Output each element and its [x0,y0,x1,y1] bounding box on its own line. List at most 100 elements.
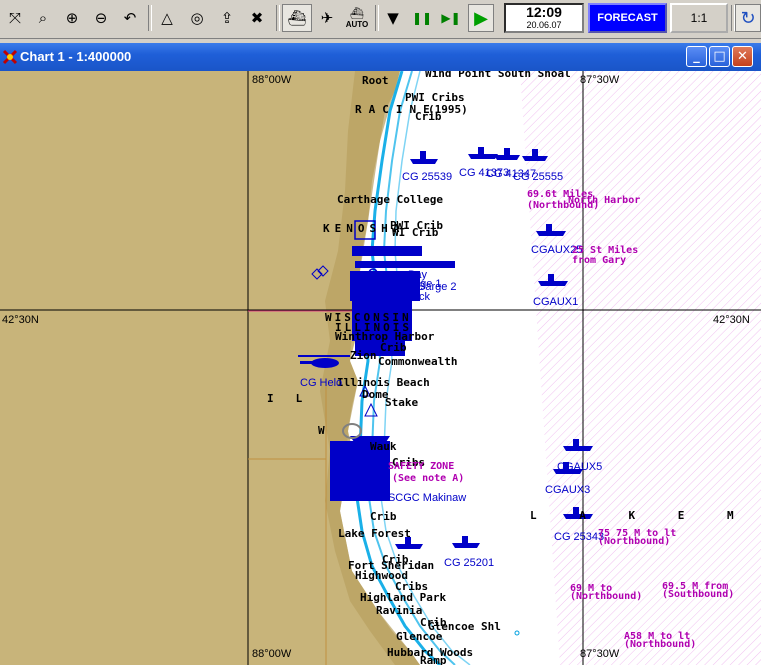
place-label: Crib [380,341,407,354]
stop-icon: ▼ [387,9,399,27]
place-label: Ramp [420,654,447,665]
refresh-icon: ↻ [740,7,756,29]
place-label: Illinois Beach [337,376,430,389]
place-label: Carthage College [337,193,443,206]
ship-mode-button[interactable]: ⛴ [282,4,312,32]
place-label: PWI Cribs [405,91,465,104]
place-label: Wind Point South Shoal [425,71,571,80]
target-icon: ◎ [190,9,204,27]
maximize-button[interactable]: □ [709,46,730,67]
grid-label-lon-east: 87°30W [580,74,620,86]
place-label: Wauk [370,440,397,453]
traffic-lane-label: (Northbound) [624,639,697,650]
export-button[interactable]: ⇪ [214,4,240,32]
place-label: IL [267,392,325,405]
fast-forward-icon: ▶❚ [441,11,461,25]
place-label: Stake [385,396,419,409]
zoom-out-button[interactable]: ⊖ [88,4,114,32]
grid-label-lon-west: 88°00W [252,74,292,86]
clock-time: 12:09 [526,4,562,20]
vessel-label[interactable]: CG 25201 [444,558,494,569]
auto-label: AUTO [345,19,369,29]
clear-button[interactable]: ✖ [244,4,270,32]
place-label: Ravinia [376,604,423,617]
place-label: Commonwealth [378,355,458,368]
zoom-in-button[interactable]: ⊕ [59,4,85,32]
vessel-label[interactable]: CG Helo [300,378,342,389]
close-icon: ✕ [737,49,748,64]
main-toolbar: ⤧ ⌕ ⊕ ⊖ ↶ △ ◎ ⇪ ✖ ⛴ ✈ ⛴ AUTO ▼ ❚❚ ▶❚ ▶ 1… [0,0,761,39]
zoom-window-icon: ⌕ [38,9,48,27]
clear-icon: ✖ [250,9,264,27]
traffic-lane-label: (Southbound) [662,589,735,600]
vessel-label[interactable]: CGAUX1 [533,297,578,308]
vessel-label[interactable]: CGAUX5 [557,462,602,473]
nautical-chart-canvas[interactable]: 88°00W 87°30W 42°30N 42°30N 88°00W 87°30… [0,71,761,665]
place-label: W [318,424,325,437]
undo-view-icon: ↶ [123,9,137,27]
maximize-icon: □ [713,49,726,64]
grid-label-lon-west-bottom: 88°00W [252,648,292,660]
refresh-button[interactable]: ↻ [735,4,761,32]
auto-ship-icon: ⛴ [350,6,364,20]
traffic-lane-label: North Harbor [568,195,641,206]
vessel-label[interactable]: USCGC Makinaw [380,493,466,504]
place-label: Lake Forest [338,527,411,540]
traffic-lane-label: (Northbound) [570,591,643,602]
traffic-lane-label: (Northbound) [598,536,671,547]
aircraft-mode-button[interactable]: ✈ [313,4,341,32]
chart-window-titlebar[interactable]: Chart 1 - 1:400000 _ □ ✕ [0,43,761,71]
place-label: Zion [350,349,377,362]
place-label: Glencoe [396,630,443,643]
place-label: Crib [415,110,442,123]
minimize-icon: _ [693,49,700,64]
place-label: WI Crib [392,226,439,239]
zoom-window-button[interactable]: ⌕ [30,4,56,32]
compass-button[interactable]: △ [154,4,180,32]
place-label: Root [362,74,389,87]
clock-date: 20.06.07 [526,20,562,30]
export-icon: ⇪ [220,9,234,27]
pause-button[interactable]: ❚❚ [409,4,435,32]
app-icon [2,49,18,65]
grid-label-lat-right: 42°30N [713,314,750,326]
zoom-out-icon: ⊖ [94,9,108,27]
stop-button[interactable]: ▼ [380,4,406,32]
vessel-label[interactable]: CG 25555 [513,172,563,183]
fast-forward-button[interactable]: ▶❚ [438,4,464,32]
toolbar-separator [276,5,280,31]
place-label: Highland Park [360,591,447,604]
window-title: Chart 1 - 1:400000 [20,49,132,64]
toolbar-separator [148,5,152,31]
toolbar-separator [375,5,379,31]
simulation-clock: 12:09 20.06.07 [504,3,584,33]
auto-button[interactable]: ⛴ AUTO [342,4,372,32]
vessel-label[interactable]: CG 25539 [402,172,452,183]
ship-mode-icon: ⛴ [287,9,307,27]
minimize-button[interactable]: _ [686,46,707,67]
forecast-button[interactable]: FORECAST [588,3,667,33]
vessel-label[interactable]: CGAUX3 [545,485,590,496]
vessel-label[interactable]: CG 25343 [554,532,604,543]
vessel-label[interactable]: Dock [405,292,430,303]
lake-label: L A K E M I C [530,509,761,522]
compass-icon: △ [161,9,173,27]
play-button[interactable]: ▶ [468,4,494,32]
place-label: Crib [370,510,397,523]
play-icon: ▶ [474,7,488,29]
zoom-in-icon: ⊕ [65,9,79,27]
pan-icon: ⤧ [8,9,21,27]
undo-view-button[interactable]: ↶ [117,4,143,32]
grid-label-lat-left: 42°30N [2,314,39,326]
separation-zone [520,71,761,665]
grid-label-lon-east-bottom: 87°30W [580,648,620,660]
pan-button[interactable]: ⤧ [2,4,28,32]
target-button[interactable]: ◎ [184,4,210,32]
close-button[interactable]: ✕ [732,46,753,67]
pause-icon: ❚❚ [411,11,433,25]
traffic-lane-label: from Gary [572,255,627,266]
safety-zone-label: SAFETY ZONE [388,461,455,472]
aircraft-mode-icon: ✈ [320,9,334,27]
time-scale-button[interactable]: 1:1 [670,3,728,33]
safety-zone-label: (See note A) [392,473,465,484]
